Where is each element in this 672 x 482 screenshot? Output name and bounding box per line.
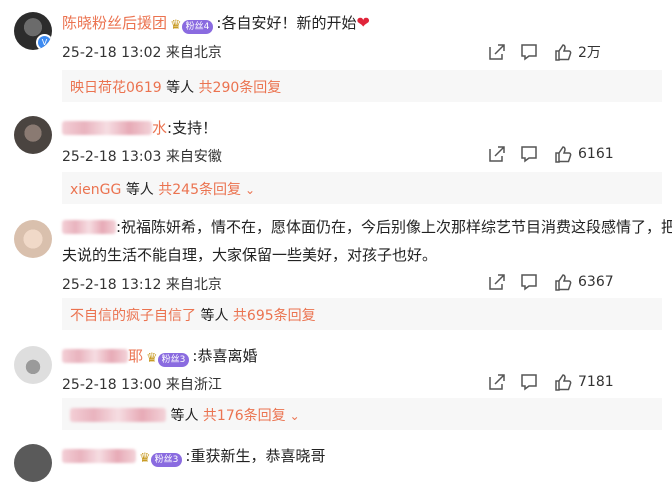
blurred-reply-username <box>70 408 166 422</box>
crown-icon: ♛ <box>146 351 158 366</box>
reply-count[interactable]: 共245条回复 <box>158 182 241 198</box>
comment-icon <box>521 146 537 163</box>
like-count: 7181 <box>578 374 614 390</box>
share-icon <box>489 274 505 290</box>
like-button[interactable]: 2万 <box>554 42 601 62</box>
like-icon <box>555 146 572 163</box>
reply-suffix: 等人 <box>125 182 154 198</box>
comment-icon <box>521 44 537 61</box>
comment-text: :各自安好！新的开始 <box>216 14 357 32</box>
avatar[interactable] <box>14 220 52 258</box>
reply-suffix: 等人 <box>200 308 229 324</box>
blurred-username <box>62 220 116 234</box>
comment-button[interactable] <box>520 42 538 62</box>
like-count: 6367 <box>578 274 614 290</box>
comment-line: 陈晓粉丝后援团 ♛ 粉丝4:各自安好！新的开始❤ <box>62 13 370 34</box>
blurred-username <box>62 121 152 135</box>
share-button[interactable] <box>488 144 506 164</box>
comment-text-continued: 夫说的生活不能自理，大家保留一些美好，对孩子也好。 <box>62 246 438 264</box>
comment-actions: 7181 <box>488 372 658 392</box>
crown-icon: ♛ <box>170 18 182 33</box>
comment-line: 耶 ♛ 粉丝3:恭喜离婚 <box>62 346 258 367</box>
comment-text: :祝福陈妍希，情不在，愿体面仍在，今后别像上次那样综艺节目消费这段感情了，把前 <box>116 218 672 236</box>
like-count: 6161 <box>578 146 614 162</box>
chevron-down-icon: ⌄ <box>245 183 256 197</box>
crown-icon: ♛ <box>139 451 151 466</box>
like-count: 2万 <box>578 45 601 61</box>
avatar[interactable] <box>14 346 52 384</box>
reply-preview[interactable]: 等人 共176条回复 ⌄ <box>62 398 662 430</box>
like-icon <box>555 374 572 391</box>
comment-line: ♛ 粉丝3:重获新生，恭喜晓哥 <box>62 446 326 467</box>
reply-username[interactable]: xienGG <box>70 182 121 198</box>
comment-button[interactable] <box>520 372 538 392</box>
share-button[interactable] <box>488 272 506 292</box>
comment-meta: 25-2-18 13:00 来自浙江 <box>62 377 222 393</box>
like-icon <box>555 44 572 61</box>
comment-meta: 25-2-18 13:02 来自北京 <box>62 45 222 61</box>
share-button[interactable] <box>488 42 506 62</box>
reply-preview[interactable]: 映日荷花0619 等人 共290条回复 <box>62 70 662 102</box>
reply-suffix: 等人 <box>170 408 199 424</box>
comment-actions: 2万 <box>488 42 658 62</box>
share-icon <box>489 374 505 390</box>
comment-button[interactable] <box>520 272 538 292</box>
like-button[interactable]: 6161 <box>554 144 614 164</box>
avatar[interactable] <box>14 444 52 482</box>
verified-badge-icon: V <box>36 34 52 50</box>
username[interactable] <box>62 218 116 236</box>
comment-button[interactable] <box>520 144 538 164</box>
reply-username[interactable]: 映日荷花0619 <box>70 80 162 96</box>
like-button[interactable]: 6367 <box>554 272 614 292</box>
like-button[interactable]: 7181 <box>554 372 614 392</box>
comment-icon <box>521 274 537 291</box>
comment-actions: 6161 <box>488 144 658 164</box>
username[interactable] <box>62 447 136 465</box>
fan-badge: ♛ 粉丝3 <box>139 448 183 467</box>
share-button[interactable] <box>488 372 506 392</box>
fan-badge: ♛ 粉丝4 <box>170 15 214 34</box>
comment-line: :祝福陈妍希，情不在，愿体面仍在，今后别像上次那样综艺节目消费这段感情了，把前 <box>62 216 672 238</box>
like-icon <box>555 274 572 291</box>
comment-meta: 25-2-18 13:03 来自安徽 <box>62 149 222 165</box>
blurred-username <box>62 349 128 363</box>
reply-count[interactable]: 共176条回复 <box>203 408 286 424</box>
avatar[interactable]: V <box>14 12 52 50</box>
comment-text: :恭喜离婚 <box>192 347 258 365</box>
share-icon <box>489 44 505 60</box>
reply-count[interactable]: 共695条回复 <box>233 308 316 324</box>
comment-text: :支持！ <box>167 119 218 137</box>
username[interactable]: 耶 <box>62 347 143 365</box>
username[interactable]: 陈晓粉丝后援团 <box>62 14 167 32</box>
share-icon <box>489 146 505 162</box>
fan-badge: ♛ 粉丝3 <box>146 348 190 367</box>
comment-text: :重获新生，恭喜晓哥 <box>185 447 326 465</box>
reply-suffix: 等人 <box>166 80 195 96</box>
comment-actions: 6367 <box>488 272 658 292</box>
reply-preview[interactable]: xienGG 等人 共245条回复 ⌄ <box>62 172 662 204</box>
blurred-username <box>62 449 136 463</box>
heart-icon: ❤ <box>356 13 370 32</box>
reply-username[interactable]: 不自信的疯子自信了 <box>70 308 196 324</box>
chevron-down-icon: ⌄ <box>289 409 300 423</box>
comment-icon <box>521 374 537 391</box>
comment-line: 水:支持！ <box>62 118 217 138</box>
reply-preview[interactable]: 不自信的疯子自信了 等人 共695条回复 <box>62 298 662 330</box>
comment-meta: 25-2-18 13:12 来自北京 <box>62 277 222 293</box>
reply-count[interactable]: 共290条回复 <box>199 80 282 96</box>
username[interactable]: 水 <box>62 119 167 137</box>
avatar[interactable] <box>14 116 52 154</box>
